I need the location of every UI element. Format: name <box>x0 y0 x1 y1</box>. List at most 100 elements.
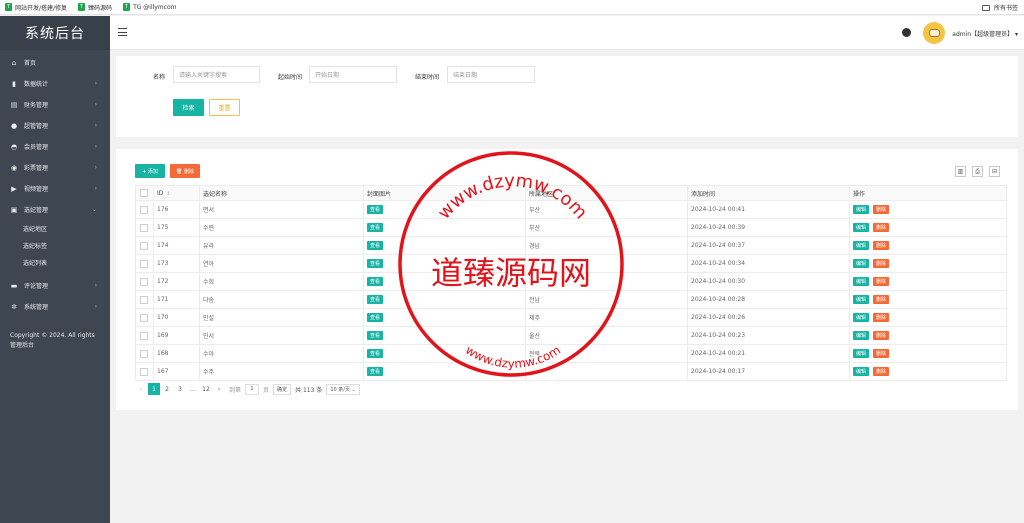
sidebar-item-selection[interactable]: ▣ 选妃管理 ⌄ <box>0 199 110 220</box>
sidebar-item-statistics[interactable]: ▮ 数据统计 › <box>0 73 110 94</box>
next-page-button[interactable]: › <box>213 383 225 395</box>
row-name: 다솜 <box>199 290 364 309</box>
row-checkbox[interactable] <box>135 344 154 363</box>
view-cover-button[interactable]: 查看 <box>367 331 384 340</box>
palette-icon[interactable] <box>902 28 911 37</box>
sidebar-item-videos[interactable]: ▶ 视频管理 › <box>0 178 110 199</box>
view-cover-button[interactable]: 查看 <box>367 349 384 358</box>
row-delete-button[interactable]: 删除 <box>873 277 890 286</box>
page-button[interactable]: 2 <box>161 383 173 395</box>
row-checkbox[interactable] <box>135 200 154 219</box>
row-checkbox[interactable] <box>135 254 154 273</box>
row-time: 2024-10-24 00:17 <box>687 362 850 381</box>
row-region: 경남 <box>525 236 688 255</box>
bookmark-icon: T <box>78 3 86 11</box>
row-id: 168 <box>153 344 200 363</box>
reset-button[interactable]: 重置 <box>209 99 240 116</box>
sidebar-item-home[interactable]: ⌂ 首页 <box>0 52 110 73</box>
edit-button[interactable]: 编辑 <box>853 241 870 250</box>
end-date-input[interactable]: 结束日期 <box>447 66 535 83</box>
view-cover-button[interactable]: 查看 <box>367 241 384 250</box>
start-date-input[interactable]: 开始日期 <box>309 66 397 83</box>
page-button[interactable]: 3 <box>174 383 186 395</box>
row-delete-button[interactable]: 删除 <box>873 313 890 322</box>
view-cover-button[interactable]: 查看 <box>367 259 384 268</box>
bookmark-item[interactable]: T 网站开发/搭建/修复 <box>5 3 67 12</box>
row-delete-button[interactable]: 删除 <box>873 367 890 376</box>
row-time: 2024-10-24 00:28 <box>687 290 850 309</box>
edit-button[interactable]: 编辑 <box>853 223 870 232</box>
row-checkbox[interactable] <box>135 236 154 255</box>
print-icon[interactable]: ⎙ <box>972 166 983 177</box>
sidebar-item-admins[interactable]: ● 超管管理 › <box>0 115 110 136</box>
row-delete-button[interactable]: 删除 <box>873 349 890 358</box>
view-cover-button[interactable]: 查看 <box>367 313 384 322</box>
view-cover-button[interactable]: 查看 <box>367 223 384 232</box>
row-delete-button[interactable]: 删除 <box>873 331 890 340</box>
bookmark-item[interactable]: T 臻码源码 <box>78 3 112 12</box>
edit-button[interactable]: 编辑 <box>853 277 870 286</box>
sidebar-subitem-tags[interactable]: 选妃标签 <box>0 237 110 254</box>
sidebar-subitem-list[interactable]: 选妃列表 <box>0 254 110 271</box>
view-cover-button[interactable]: 查看 <box>367 277 384 286</box>
row-delete-button[interactable]: 删除 <box>873 259 890 268</box>
add-button[interactable]: + 添加 <box>135 164 165 178</box>
chevron-right-icon: › <box>94 122 97 129</box>
chevron-right-icon: › <box>94 80 97 87</box>
bookmark-item[interactable]: T TG @illymcom <box>123 3 177 11</box>
sidebar-subitem-regions[interactable]: 选妃地区 <box>0 220 110 237</box>
export-icon[interactable]: ⊟ <box>989 166 1000 177</box>
row-delete-button[interactable]: 删除 <box>873 223 890 232</box>
search-button[interactable]: 检索 <box>173 99 204 116</box>
goto-page-input[interactable]: 1 <box>245 383 260 395</box>
sidebar-item-comments[interactable]: ▬ 评论管理 › <box>0 275 110 296</box>
edit-button[interactable]: 编辑 <box>853 259 870 268</box>
name-search-input[interactable]: 请输入关键字搜索 <box>173 66 260 83</box>
row-checkbox[interactable] <box>135 290 154 309</box>
columns-icon[interactable]: ▥ <box>955 166 966 177</box>
menu-toggle-icon[interactable] <box>118 28 127 36</box>
row-id: 172 <box>153 272 200 291</box>
goto-confirm-button[interactable]: 确定 <box>273 383 292 395</box>
row-delete-button[interactable]: 删除 <box>873 205 890 214</box>
row-cover: 查看 <box>363 254 526 273</box>
edit-button[interactable]: 编辑 <box>853 295 870 304</box>
prev-page-button[interactable]: ‹ <box>135 383 147 395</box>
view-cover-button[interactable]: 查看 <box>367 367 384 376</box>
row-checkbox[interactable] <box>135 308 154 327</box>
row-checkbox[interactable] <box>135 272 154 291</box>
page-size-select[interactable]: 10 条/页 ⌄ <box>326 383 360 395</box>
column-header-id[interactable]: ID ⇕ <box>153 185 200 201</box>
edit-button[interactable]: 编辑 <box>853 313 870 322</box>
row-checkbox[interactable] <box>135 218 154 237</box>
edit-button[interactable]: 编辑 <box>853 331 870 340</box>
edit-button[interactable]: 编辑 <box>853 349 870 358</box>
row-cover: 查看 <box>363 272 526 291</box>
row-checkbox[interactable] <box>135 326 154 345</box>
sidebar-item-system[interactable]: ✲ 系统管理 › <box>0 296 110 317</box>
sidebar-item-finance[interactable]: ▤ 财务管理 › <box>0 94 110 115</box>
bookmark-icon: T <box>5 3 12 11</box>
page-button[interactable]: 12 <box>200 383 212 395</box>
row-region: 부산 <box>525 200 688 219</box>
edit-button[interactable]: 编辑 <box>853 367 870 376</box>
view-cover-button[interactable]: 查看 <box>367 205 384 214</box>
sidebar-item-members[interactable]: ◓ 会员管理 › <box>0 136 110 157</box>
row-delete-button[interactable]: 删除 <box>873 241 890 250</box>
select-all-checkbox[interactable] <box>135 185 154 201</box>
avatar[interactable] <box>923 22 945 44</box>
table-row: 176 면서 查看 부산 2024-10-24 00:41 编辑 删除 <box>135 200 1007 219</box>
row-checkbox[interactable] <box>135 362 154 381</box>
edit-button[interactable]: 编辑 <box>853 205 870 214</box>
row-cover: 查看 <box>363 218 526 237</box>
sidebar-item-lottery[interactable]: ◉ 彩票管理 › <box>0 157 110 178</box>
delete-button[interactable]: 🗑 删除 <box>170 164 200 178</box>
view-cover-button[interactable]: 查看 <box>367 295 384 304</box>
top-header: admin【超级管理员】 ▾ <box>110 16 1024 50</box>
row-delete-button[interactable]: 删除 <box>873 295 890 304</box>
page-button[interactable]: 1 <box>148 383 160 395</box>
all-bookmarks[interactable]: 所有书签 <box>981 3 1018 12</box>
search-panel: 名称 请输入关键字搜索 起始时间 开始日期 结束时间 结束日期 检索 重置 <box>116 56 1018 137</box>
user-menu[interactable]: admin【超级管理员】 ▾ <box>952 29 1018 38</box>
end-time-label: 结束时间 <box>415 74 440 81</box>
